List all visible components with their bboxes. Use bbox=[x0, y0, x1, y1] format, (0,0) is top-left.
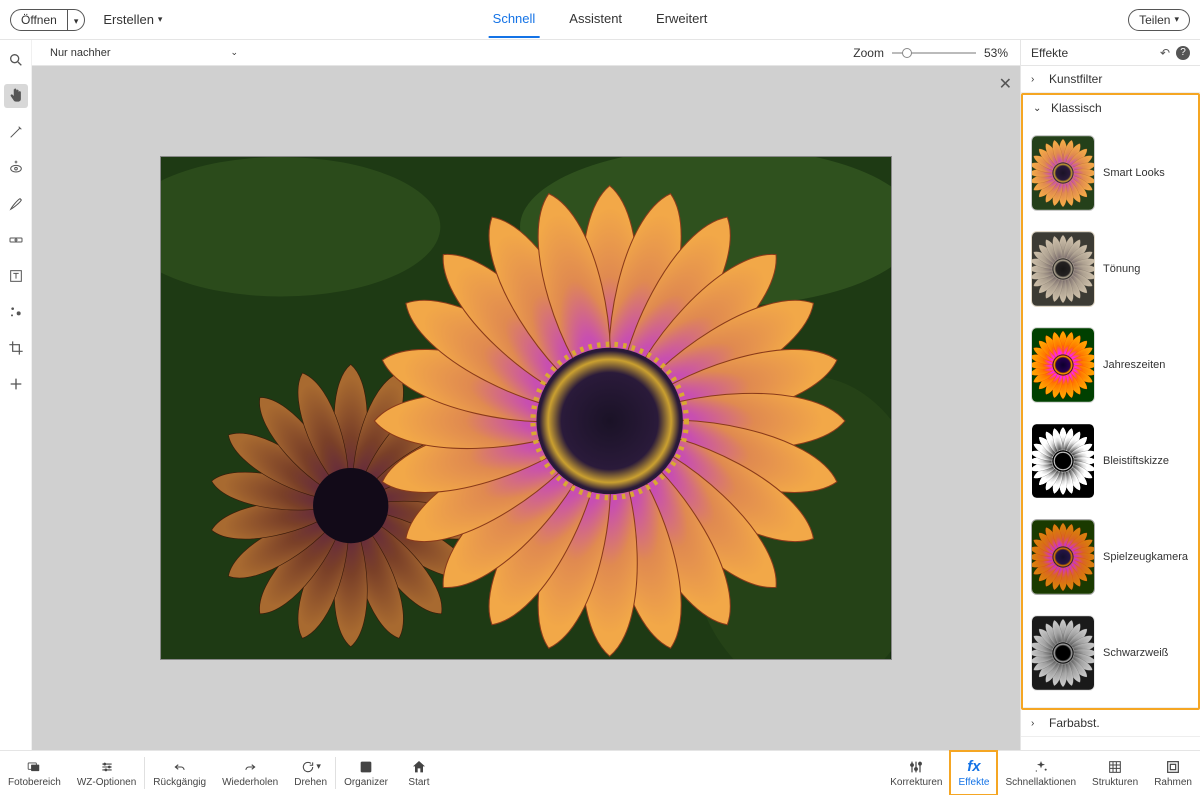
open-dropdown-icon[interactable]: ▾ bbox=[67, 9, 86, 31]
chevron-down-icon: ▾ bbox=[1174, 14, 1179, 25]
quick-select-tool[interactable] bbox=[4, 120, 28, 144]
rotate-icon: ▾ bbox=[300, 759, 321, 775]
zoom-slider[interactable] bbox=[892, 52, 976, 54]
options-icon bbox=[98, 759, 116, 775]
bottom-rueckgaengig[interactable]: Rückgängig bbox=[145, 751, 214, 795]
photos-icon bbox=[25, 759, 43, 775]
effects-panel-title: Effekte bbox=[1031, 46, 1068, 60]
close-image-button[interactable]: ✕ bbox=[999, 74, 1012, 94]
effect-label: Bleistiftskizze bbox=[1103, 455, 1169, 467]
effect-thumb bbox=[1031, 327, 1095, 403]
effect-label: Jahreszeiten bbox=[1103, 359, 1165, 371]
crop-tool[interactable] bbox=[4, 336, 28, 360]
open-button[interactable]: Öffnen ▾ bbox=[10, 9, 85, 31]
help-icon[interactable]: ? bbox=[1176, 46, 1190, 60]
spot-heal-tool[interactable] bbox=[4, 300, 28, 324]
bottom-korrekturen[interactable]: Korrekturen bbox=[882, 751, 950, 795]
reset-icon[interactable]: ↶ bbox=[1160, 46, 1170, 60]
effect-label: Tönung bbox=[1103, 263, 1140, 275]
straighten-tool[interactable] bbox=[4, 228, 28, 252]
chevron-down-icon: ⌄ bbox=[231, 47, 239, 58]
tab-expert[interactable]: Erweitert bbox=[652, 1, 711, 38]
effect-toenung[interactable]: Tönung bbox=[1031, 221, 1192, 317]
effect-spielzeugkamera[interactable]: Spielzeugkamera bbox=[1031, 509, 1192, 605]
share-button[interactable]: Teilen ▾ bbox=[1128, 9, 1190, 31]
bottom-rahmen[interactable]: Rahmen bbox=[1146, 751, 1200, 795]
chevron-down-icon: ⌄ bbox=[1033, 103, 1043, 114]
tab-quick[interactable]: Schnell bbox=[489, 1, 540, 38]
effect-thumb bbox=[1031, 135, 1095, 211]
bottom-wz-optionen[interactable]: WZ-Optionen bbox=[69, 751, 144, 795]
chevron-right-icon: › bbox=[1031, 718, 1041, 729]
bottom-start[interactable]: Start bbox=[396, 751, 442, 795]
zoom-tool[interactable] bbox=[4, 48, 28, 72]
chevron-down-icon: ▾ bbox=[158, 14, 163, 25]
chevron-right-icon: › bbox=[1031, 74, 1041, 85]
effect-label: Smart Looks bbox=[1103, 167, 1165, 179]
zoom-label: Zoom bbox=[853, 46, 884, 60]
bottom-effekte[interactable]: fxEffekte bbox=[950, 751, 997, 795]
fx-icon: fx bbox=[967, 759, 980, 775]
effect-schwarzweiss[interactable]: Schwarzweiß bbox=[1031, 605, 1192, 701]
canvas-image[interactable] bbox=[160, 156, 892, 660]
effect-thumb bbox=[1031, 423, 1095, 499]
bottom-organizer[interactable]: Organizer bbox=[336, 751, 396, 795]
bottom-wiederholen[interactable]: Wiederholen bbox=[214, 751, 286, 795]
zoom-slider-handle[interactable] bbox=[902, 48, 912, 58]
tab-guided[interactable]: Assistent bbox=[565, 1, 626, 38]
texture-icon bbox=[1107, 759, 1123, 775]
bottom-drehen[interactable]: ▾Drehen bbox=[286, 751, 335, 795]
zoom-value: 53% bbox=[984, 46, 1008, 60]
effect-thumb bbox=[1031, 615, 1095, 691]
move-tool[interactable] bbox=[4, 372, 28, 396]
effect-thumb bbox=[1031, 231, 1095, 307]
effect-smart-looks[interactable]: Smart Looks bbox=[1031, 125, 1192, 221]
section-farbabst[interactable]: › Farbabst. bbox=[1021, 710, 1200, 737]
effect-label: Spielzeugkamera bbox=[1103, 551, 1188, 563]
view-mode-dropdown[interactable]: Nur nachher ⌄ bbox=[44, 47, 238, 59]
organizer-icon bbox=[358, 759, 374, 775]
effect-jahreszeiten[interactable]: Jahreszeiten bbox=[1031, 317, 1192, 413]
create-menu[interactable]: Erstellen ▾ bbox=[103, 12, 162, 27]
bottom-schnellaktionen[interactable]: Schnellaktionen bbox=[997, 751, 1084, 795]
redeye-tool[interactable] bbox=[4, 156, 28, 180]
bottom-strukturen[interactable]: Strukturen bbox=[1084, 751, 1146, 795]
frame-icon bbox=[1165, 759, 1181, 775]
hand-tool[interactable] bbox=[4, 84, 28, 108]
type-tool[interactable] bbox=[4, 264, 28, 288]
sliders-icon bbox=[908, 759, 924, 775]
effect-label: Schwarzweiß bbox=[1103, 647, 1168, 659]
undo-icon bbox=[172, 759, 188, 775]
sparkles-icon bbox=[1033, 759, 1049, 775]
effect-bleistiftskizze[interactable]: Bleistiftskizze bbox=[1031, 413, 1192, 509]
effect-thumb bbox=[1031, 519, 1095, 595]
home-icon bbox=[411, 759, 427, 775]
section-klassisch[interactable]: ⌄ Klassisch Smart LooksTönungJahreszeite… bbox=[1023, 95, 1198, 708]
redo-icon bbox=[242, 759, 258, 775]
section-kunstfilter[interactable]: › Kunstfilter bbox=[1021, 66, 1200, 93]
bottom-fotobereich[interactable]: Fotobereich bbox=[0, 751, 69, 795]
whiten-tool[interactable] bbox=[4, 192, 28, 216]
